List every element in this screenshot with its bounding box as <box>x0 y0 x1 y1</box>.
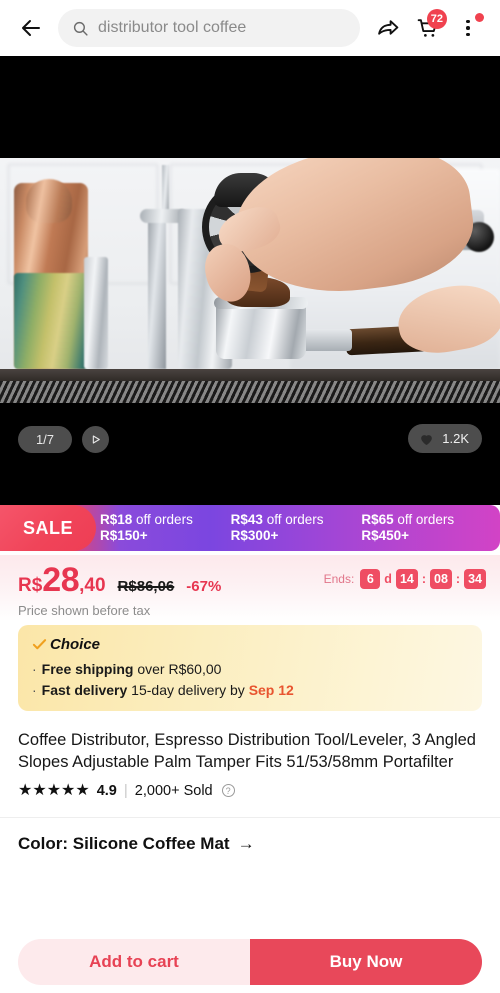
product-image-gallery[interactable]: 1/7 1.2K <box>0 56 500 505</box>
timer-days-unit: d <box>384 572 392 586</box>
timer-minutes: 08 <box>430 569 452 589</box>
section-divider <box>0 817 500 818</box>
share-icon <box>377 19 398 35</box>
cart-badge-count: 72 <box>426 9 447 29</box>
timer-hours: 14 <box>395 569 418 589</box>
sale-tag: SALE <box>0 505 96 551</box>
add-to-cart-button[interactable]: Add to cart <box>18 938 250 985</box>
offer-threshold: R$300+ <box>230 528 279 543</box>
delivery-date: Sep 12 <box>248 682 294 698</box>
steel-milk-jug <box>84 257 108 369</box>
machine-tap <box>148 219 166 369</box>
choice-benefits-box[interactable]: Choice · Free shipping over R$60,00 · Fa… <box>18 625 482 711</box>
search-input-value: distributor tool coffee <box>98 19 247 36</box>
check-icon <box>32 639 47 650</box>
rating-row[interactable]: ★★★★★ 4.9 | 2,000+ Sold ? <box>18 782 482 799</box>
drip-tray-grate <box>0 381 500 403</box>
play-video-button[interactable] <box>82 426 109 453</box>
countdown-timer: Ends: 6 d 14 : 08 : 34 <box>324 569 486 589</box>
choice-line-text: Fast delivery 15-day delivery by Sep 12 <box>42 682 294 698</box>
offer-threshold: R$450+ <box>361 528 410 543</box>
timer-separator: : <box>421 572 427 586</box>
search-icon <box>73 21 88 36</box>
buy-now-button[interactable]: Buy Now <box>250 938 482 985</box>
price-tax-note: Price shown before tax <box>18 603 151 618</box>
cart-button[interactable]: 72 <box>410 9 447 46</box>
choice-bullet: · <box>32 682 37 698</box>
sale-offer-item: R$43 off orders R$300+ <box>231 512 362 544</box>
share-button[interactable] <box>370 10 406 46</box>
choice-line-bold: Fast delivery <box>41 682 128 698</box>
portafilter-spout <box>300 329 352 351</box>
sale-offer-item: R$65 off orders R$450+ <box>361 512 492 544</box>
back-button[interactable] <box>14 11 48 45</box>
copper-container-neck <box>26 179 72 223</box>
price-decimal: ,40 <box>79 575 106 596</box>
choice-line-text: Free shipping over R$60,00 <box>42 661 222 677</box>
timer-separator: : <box>455 572 461 586</box>
choice-line-rest: 15-day delivery by <box>127 682 249 698</box>
gallery-counter[interactable]: 1/7 <box>18 426 72 453</box>
play-icon <box>92 435 100 444</box>
rating-value: 4.9 <box>96 782 117 799</box>
offer-text: off orders <box>393 512 455 527</box>
sale-banner[interactable]: R$18 off orders R$150+ R$43 off orders R… <box>0 505 500 551</box>
price-integer: 28 <box>42 561 80 599</box>
portafilter-basket <box>216 301 306 359</box>
likes-badge[interactable]: 1.2K <box>408 424 482 453</box>
price-currency: R$ <box>18 575 43 596</box>
arrow-left-icon <box>22 20 40 36</box>
offer-amount: R$18 <box>100 512 133 527</box>
sale-offer-item: R$18 off orders R$150+ <box>100 512 231 544</box>
offer-amount: R$43 <box>230 512 263 527</box>
iridescent-container <box>14 273 88 369</box>
offer-text: off orders <box>132 512 193 527</box>
timer-days: 6 <box>360 569 381 589</box>
nav-icon-group: 72 <box>370 9 486 46</box>
product-title: Coffee Distributor, Espresso Distributio… <box>18 731 476 771</box>
heart-icon <box>421 434 433 445</box>
color-selector-label: Color: Silicone Coffee Mat <box>18 834 230 853</box>
star-rating-icons: ★★★★★ <box>18 781 90 799</box>
sale-offers-list: R$18 off orders R$150+ R$43 off orders R… <box>100 505 492 551</box>
choice-line-bold: Free shipping <box>41 661 134 677</box>
arrow-right-icon: → <box>237 834 255 853</box>
bottom-action-bar: Add to cart Buy Now <box>0 930 500 993</box>
price-section: R$28,40 R$86,06 -67% Price shown before … <box>0 555 500 621</box>
choice-line-rest: over R$60,00 <box>133 661 222 677</box>
product-photo <box>0 158 500 403</box>
choice-line: · Fast delivery 15-day delivery by Sep 1… <box>32 682 468 698</box>
question-mark-icon[interactable]: ? <box>221 784 235 797</box>
offer-threshold: R$150+ <box>100 528 148 543</box>
current-price: R$28,40 <box>18 563 106 597</box>
sale-banner-section[interactable]: R$18 off orders R$150+ R$43 off orders R… <box>0 505 500 555</box>
gallery-controls: 1/7 <box>18 426 109 453</box>
discount-percent: -67% <box>186 578 222 595</box>
machine-tap-stem <box>162 165 169 213</box>
more-vertical-icon <box>466 19 470 37</box>
notification-dot-icon <box>475 13 484 22</box>
choice-title: Choice <box>32 636 468 653</box>
color-selector-row[interactable]: Color: Silicone Coffee Mat → <box>18 834 482 854</box>
sold-count: 2,000+ Sold <box>134 782 213 799</box>
sale-tag-label: SALE <box>22 517 73 538</box>
choice-bullet: · <box>32 661 37 677</box>
more-menu-button[interactable] <box>450 10 486 46</box>
counter-surface <box>0 369 500 403</box>
search-input[interactable]: distributor tool coffee <box>58 9 360 47</box>
top-navigation-bar: distributor tool coffee 72 <box>0 0 500 56</box>
offer-amount: R$65 <box>361 512 394 527</box>
original-price: R$86,06 <box>117 578 175 595</box>
choice-label: Choice <box>50 636 101 653</box>
offer-text: off orders <box>262 512 324 527</box>
likes-count: 1.2K <box>442 431 469 446</box>
timer-label: Ends: <box>323 572 355 586</box>
choice-line: · Free shipping over R$60,00 <box>32 661 468 677</box>
rating-divider: | <box>123 782 128 799</box>
timer-seconds: 34 <box>464 569 486 589</box>
